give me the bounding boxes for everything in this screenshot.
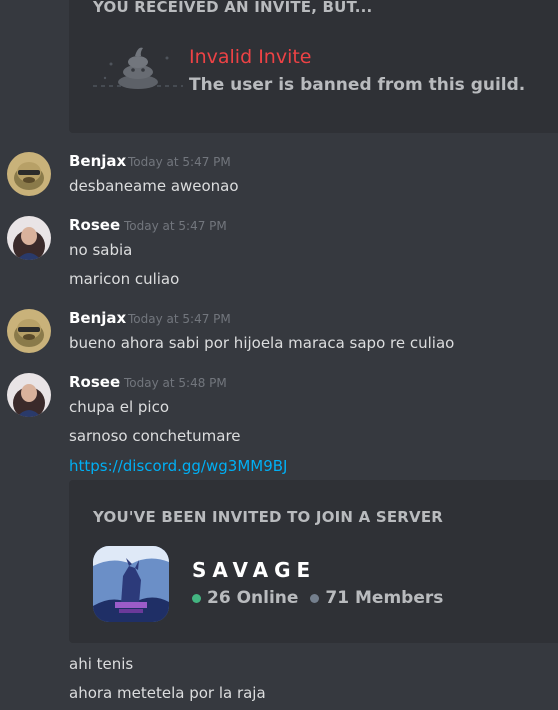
member-count: 71 Members	[325, 588, 444, 608]
message-timestamp: Today at 5:47 PM	[128, 155, 231, 169]
server-stats: 26 Online 71 Members	[192, 588, 443, 608]
server-invite-embed: YOU'VE BEEN INVITED TO JOIN A SERVER SAV…	[69, 480, 558, 643]
invalid-invite-title: Invalid Invite	[189, 46, 312, 68]
message-text: ahi tenis	[69, 655, 134, 673]
message-author[interactable]: Rosee	[69, 373, 120, 391]
invalid-invite-embed: YOU RECEIVED AN INVITE, BUT... Invalid I…	[69, 0, 558, 133]
poop-icon	[93, 47, 183, 89]
message-text: bueno ahora sabi por hijoela maraca sapo…	[69, 334, 455, 352]
avatar[interactable]	[7, 373, 51, 417]
avatar[interactable]	[7, 216, 51, 260]
message-timestamp: Today at 5:47 PM	[128, 312, 231, 326]
message-timestamp: Today at 5:47 PM	[124, 219, 227, 233]
message-author[interactable]: Rosee	[69, 216, 120, 234]
message-text: sarnoso conchetumare	[69, 427, 241, 445]
message-author[interactable]: Benjax	[69, 152, 126, 170]
members-status-dot	[310, 593, 320, 603]
invalid-invite-reason: The user is banned from this guild.	[189, 75, 526, 95]
avatar[interactable]	[7, 309, 51, 353]
message-author[interactable]: Benjax	[69, 309, 126, 327]
embed-header: YOU'VE BEEN INVITED TO JOIN A SERVER	[93, 508, 444, 526]
online-count: 26 Online	[207, 588, 299, 608]
message-text: desbaneame aweonao	[69, 177, 239, 195]
server-icon[interactable]	[93, 546, 169, 622]
embed-header: YOU RECEIVED AN INVITE, BUT...	[93, 0, 373, 16]
invite-link[interactable]: https://discord.gg/wg3MM9BJ	[69, 457, 287, 475]
message-text: no sabia	[69, 241, 133, 259]
online-status-dot	[192, 593, 201, 603]
message-text: maricon culiao	[69, 270, 180, 288]
message-text: ahora metetela por la raja	[69, 684, 266, 702]
message-timestamp: Today at 5:48 PM	[124, 376, 227, 390]
message-text: chupa el pico	[69, 398, 170, 416]
server-name: SAVAGE	[192, 558, 317, 582]
avatar[interactable]	[7, 152, 51, 196]
